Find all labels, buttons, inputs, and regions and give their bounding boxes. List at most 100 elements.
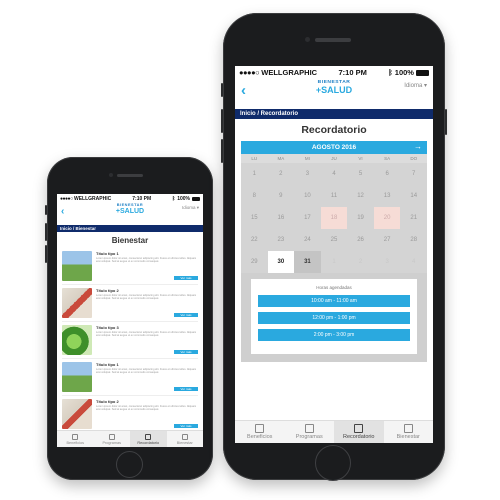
time-slot-button[interactable]: 2:00 pm - 3:00 pm bbox=[258, 329, 410, 341]
status-time: 7:10 PM bbox=[338, 68, 367, 77]
calendar-day[interactable]: 11 bbox=[321, 185, 348, 207]
read-more-button[interactable]: Ver más bbox=[174, 276, 198, 280]
calendar-day[interactable]: 23 bbox=[268, 229, 295, 251]
calendar-day[interactable]: 14 bbox=[400, 185, 427, 207]
app-header: ‹ BIENESTAR +SALUD Idioma ▾ bbox=[235, 79, 433, 109]
calendar-day[interactable]: 30 bbox=[267, 251, 295, 273]
read-more-button[interactable]: Ver más bbox=[174, 350, 198, 354]
calendar-day[interactable]: 21 bbox=[400, 207, 427, 229]
volume-down-button bbox=[45, 245, 47, 263]
calendar-day[interactable]: 12 bbox=[347, 185, 374, 207]
article-body: Título tipo 3 Lorem ipsum dolor sit amet,… bbox=[96, 325, 198, 355]
calendar-day[interactable]: 10 bbox=[294, 185, 321, 207]
calendar-day[interactable]: 5 bbox=[347, 163, 374, 185]
article-excerpt: Lorem ipsum dolor sit amet, consectetur … bbox=[96, 331, 197, 338]
weekday-label: DO bbox=[410, 156, 418, 161]
tab-recordatorio[interactable]: Recordatorio bbox=[334, 421, 384, 443]
home-button[interactable] bbox=[116, 451, 143, 478]
list-item[interactable]: Título tipo 1 Lorem ipsum dolor sit amet,… bbox=[62, 359, 198, 396]
back-chevron-icon[interactable]: ‹ bbox=[241, 82, 246, 99]
calendar-day[interactable]: 19 bbox=[347, 207, 374, 229]
bluetooth-icon: ᛒ bbox=[388, 68, 393, 77]
calendar-day[interactable]: 20 bbox=[373, 207, 401, 229]
calendar-day[interactable]: 13 bbox=[374, 185, 401, 207]
tab-beneficios[interactable]: Beneficios bbox=[57, 431, 94, 447]
tab-label: Bienestar bbox=[396, 434, 420, 440]
tab-bar: Beneficios Programas Recordatorio Bienestar bbox=[235, 420, 433, 443]
calendar: AGOSTO 2016 → LU MA MI JU VI SA DO 1 2 3 4 5 6 7 8 9 10… bbox=[241, 141, 427, 273]
volume-up-button bbox=[221, 109, 223, 133]
calendar-day[interactable]: 25 bbox=[321, 229, 348, 251]
volume-down-button bbox=[221, 139, 223, 163]
list-item[interactable]: Título tipo 1 Lorem ipsum dolor sit amet,… bbox=[62, 248, 198, 285]
read-more-button[interactable]: Ver más bbox=[174, 424, 198, 428]
calendar-day[interactable]: 29 bbox=[241, 251, 268, 273]
calendar-day[interactable]: 9 bbox=[268, 185, 295, 207]
calendar-day[interactable]: 6 bbox=[374, 163, 401, 185]
document-icon bbox=[304, 424, 314, 433]
time-slot-button[interactable]: 12:00 pm - 1:00 pm bbox=[258, 312, 410, 324]
tab-label: Recordatorio bbox=[137, 440, 160, 445]
language-selector[interactable]: Idioma ▾ bbox=[404, 82, 427, 89]
calendar-day[interactable]: 1 bbox=[321, 251, 348, 273]
calendar-day[interactable]: 24 bbox=[294, 229, 321, 251]
calendar-day[interactable]: 15 bbox=[241, 207, 268, 229]
tab-label: Programas bbox=[102, 440, 122, 445]
list-item[interactable]: Título tipo 3 Lorem ipsum dolor sit amet,… bbox=[62, 322, 198, 359]
calendar-day[interactable]: 22 bbox=[241, 229, 268, 251]
front-camera bbox=[109, 173, 113, 177]
tab-beneficios[interactable]: Beneficios bbox=[235, 421, 285, 443]
calendar-day[interactable]: 17 bbox=[294, 207, 321, 229]
back-chevron-icon[interactable]: ‹ bbox=[61, 206, 64, 217]
calendar-month-bar: AGOSTO 2016 → bbox=[241, 141, 427, 154]
breadcrumb: Inicio / Recordatorio bbox=[235, 109, 433, 119]
carrier-label: ●●●●○ WELLGRAPHIC bbox=[239, 68, 318, 77]
tab-programas[interactable]: Programas bbox=[285, 421, 335, 443]
calendar-day[interactable]: 1 bbox=[241, 163, 268, 185]
home-button[interactable] bbox=[315, 445, 351, 481]
read-more-button[interactable]: Ver más bbox=[174, 387, 198, 391]
document-icon bbox=[108, 433, 115, 440]
calendar-day[interactable]: 18 bbox=[320, 207, 348, 229]
app-logo: BIENESTAR +SALUD bbox=[115, 203, 145, 215]
calendar-day[interactable]: 16 bbox=[268, 207, 295, 229]
calendar-day[interactable]: 4 bbox=[321, 163, 348, 185]
tab-label: Recordatorio bbox=[343, 434, 375, 440]
calendar-day[interactable]: 8 bbox=[241, 185, 268, 207]
tab-bienestar[interactable]: Bienestar bbox=[384, 421, 434, 443]
calendar-icon bbox=[354, 424, 364, 433]
calendar-day[interactable]: 2 bbox=[268, 163, 295, 185]
article-body: Título tipo 1 Lorem ipsum dolor sit amet,… bbox=[96, 251, 198, 281]
calendar-day[interactable]: 4 bbox=[400, 251, 427, 273]
article-body: Título tipo 1 Lorem ipsum dolor sit amet,… bbox=[96, 362, 198, 392]
calendar-day[interactable]: 7 bbox=[400, 163, 427, 185]
tab-recordatorio[interactable]: Recordatorio bbox=[130, 431, 167, 447]
tab-bienestar[interactable]: Bienestar bbox=[167, 431, 204, 447]
calendar-day[interactable]: 27 bbox=[374, 229, 401, 251]
calendar-days-grid: 1 2 3 4 5 6 7 8 9 10 11 12 13 14 15 16 17 18 19 20 21 22 23 24 2… bbox=[241, 163, 427, 273]
calendar-day[interactable]: 26 bbox=[347, 229, 374, 251]
list-item[interactable]: Título tipo 2 Lorem ipsum dolor sit amet,… bbox=[62, 285, 198, 322]
calendar-day[interactable]: 31 bbox=[294, 251, 321, 273]
battery-status: ᛒ 100% bbox=[172, 196, 200, 202]
battery-status: ᛒ 100% bbox=[388, 68, 429, 77]
list-item[interactable]: Título tipo 2 Lorem ipsum dolor sit amet,… bbox=[62, 396, 198, 433]
calendar-day[interactable]: 2 bbox=[347, 251, 374, 273]
read-more-button[interactable]: Ver más bbox=[174, 313, 198, 317]
language-selector[interactable]: Idioma ▾ bbox=[182, 205, 199, 211]
calendar-weekdays: LU MA MI JU VI SA DO bbox=[241, 154, 427, 163]
calendar-day[interactable]: 3 bbox=[294, 163, 321, 185]
calendar-month-label: AGOSTO 2016 bbox=[311, 144, 357, 151]
article-title: Título tipo 1 bbox=[96, 362, 119, 367]
battery-icon bbox=[191, 196, 200, 201]
time-slot-button[interactable]: 10:00 am - 11:00 am bbox=[258, 295, 410, 307]
calendar-day[interactable]: 3 bbox=[374, 251, 401, 273]
article-title: Título tipo 3 bbox=[96, 325, 119, 330]
app-header: ‹ BIENESTAR +SALUD Idioma ▾ bbox=[57, 203, 203, 225]
tab-programas[interactable]: Programas bbox=[94, 431, 131, 447]
status-bar: ●●●●○ WELLGRAPHIC 7:10 PM ᛒ 100% bbox=[57, 194, 203, 203]
next-month-arrow-icon[interactable]: → bbox=[414, 142, 422, 151]
weekday-label: JU bbox=[331, 156, 337, 161]
calendar-day[interactable]: 28 bbox=[400, 229, 427, 251]
app-logo: BIENESTAR +SALUD bbox=[315, 80, 353, 95]
